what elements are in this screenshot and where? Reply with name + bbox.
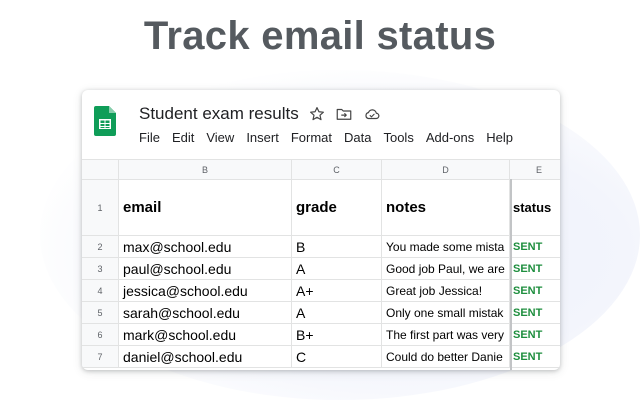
select-all-corner[interactable] (82, 159, 119, 180)
cloud-saved-icon[interactable] (363, 105, 381, 123)
status-cell[interactable]: SENT (510, 346, 560, 368)
spreadsheet-grid: B C D E 1 email grade notes status 2 max… (82, 159, 560, 370)
notes-cell[interactable]: The first part was very (382, 324, 510, 346)
menu-item-add-ons[interactable]: Add-ons (426, 130, 474, 145)
email-cell[interactable]: max@school.edu (119, 236, 292, 258)
column-header-d[interactable]: D (382, 159, 510, 180)
menu-item-edit[interactable]: Edit (172, 130, 194, 145)
document-title[interactable]: Student exam results (139, 104, 299, 124)
row-header[interactable]: 4 (82, 280, 119, 302)
sheets-logo-icon (94, 106, 116, 136)
email-cell[interactable]: jessica@school.edu (119, 280, 292, 302)
status-cell[interactable]: SENT (510, 280, 560, 302)
sheets-window: Student exam results File Edit View Inse… (82, 90, 560, 370)
email-cell[interactable]: sarah@school.edu (119, 302, 292, 324)
row-header[interactable]: 5 (82, 302, 119, 324)
status-cell[interactable]: SENT (510, 236, 560, 258)
header-cell-status[interactable]: status (510, 180, 560, 236)
menu-item-tools[interactable]: Tools (383, 130, 413, 145)
column-header-c[interactable]: C (292, 159, 382, 180)
column-header-b[interactable]: B (119, 159, 292, 180)
status-cell[interactable]: SENT (510, 324, 560, 346)
menu-item-insert[interactable]: Insert (246, 130, 279, 145)
notes-cell[interactable]: Good job Paul, we are (382, 258, 510, 280)
email-cell[interactable]: paul@school.edu (119, 258, 292, 280)
menu-item-help[interactable]: Help (486, 130, 513, 145)
menu-item-format[interactable]: Format (291, 130, 332, 145)
headline: Track email status (143, 14, 497, 58)
row-header[interactable]: 3 (82, 258, 119, 280)
notes-cell[interactable]: Great job Jessica! (382, 280, 510, 302)
email-cell[interactable]: daniel@school.edu (119, 346, 292, 368)
status-cell[interactable]: SENT (510, 302, 560, 324)
menu-item-view[interactable]: View (206, 130, 234, 145)
menu-item-data[interactable]: Data (344, 130, 371, 145)
header-cell-notes[interactable]: notes (382, 180, 510, 236)
notes-cell[interactable]: Could do better Danie (382, 346, 510, 368)
grade-cell[interactable]: B+ (292, 324, 382, 346)
grade-cell[interactable]: A (292, 258, 382, 280)
column-header-e[interactable]: E (510, 159, 560, 180)
row-header[interactable]: 7 (82, 346, 119, 368)
menu-item-file[interactable]: File (139, 130, 160, 145)
menu-bar: File Edit View Insert Format Data Tools … (139, 130, 525, 145)
row-header[interactable]: 1 (82, 180, 119, 236)
grade-cell[interactable]: A+ (292, 280, 382, 302)
frozen-column-divider[interactable] (510, 179, 512, 370)
row-header[interactable]: 6 (82, 324, 119, 346)
header-cell-email[interactable]: email (119, 180, 292, 236)
move-to-folder-icon[interactable] (335, 105, 353, 123)
notes-cell[interactable]: You made some mista (382, 236, 510, 258)
notes-cell[interactable]: Only one small mistak (382, 302, 510, 324)
star-icon[interactable] (308, 105, 326, 123)
grade-cell[interactable]: B (292, 236, 382, 258)
grade-cell[interactable]: C (292, 346, 382, 368)
status-cell[interactable]: SENT (510, 258, 560, 280)
header-cell-grade[interactable]: grade (292, 180, 382, 236)
grade-cell[interactable]: A (292, 302, 382, 324)
row-header[interactable]: 2 (82, 236, 119, 258)
email-cell[interactable]: mark@school.edu (119, 324, 292, 346)
